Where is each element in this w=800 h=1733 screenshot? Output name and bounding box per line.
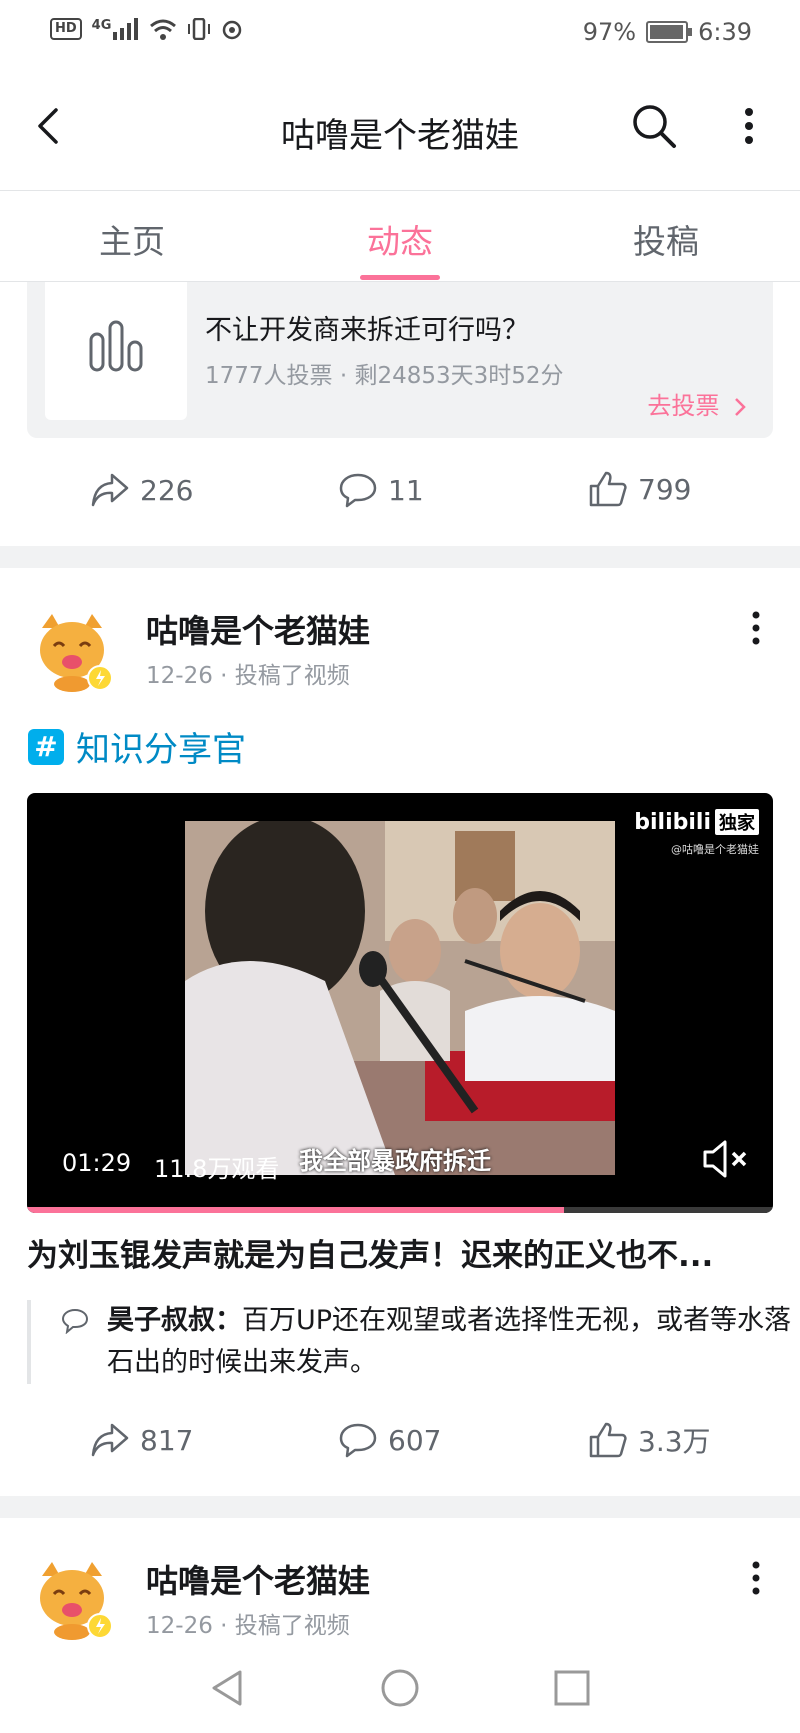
nav-home-icon[interactable] <box>380 1668 420 1708</box>
video-frame <box>185 821 615 1175</box>
topic-tag[interactable]: # 知识分享官 <box>28 722 246 771</box>
status-left-icons: HD 4G <box>50 18 243 40</box>
like-count: 3.3万 <box>638 1425 711 1458</box>
post-more-icon[interactable] <box>746 610 766 646</box>
status-right: 97% 6:39 <box>583 18 752 46</box>
share-button[interactable]: 817 <box>90 1422 193 1458</box>
progress-fill <box>27 1207 565 1213</box>
comment-icon <box>339 1423 377 1458</box>
mute-icon[interactable] <box>701 1137 751 1181</box>
poll-bars-icon <box>89 320 143 372</box>
bilibili-logo-text: bilibili <box>634 809 711 835</box>
comment-count: 607 <box>388 1423 442 1457</box>
vote-title: 不让开发商来拆迁可行吗？ <box>205 315 529 346</box>
video-title[interactable]: 为刘玉锟发声就是为自己发声！迟来的正义也不... <box>27 1230 787 1275</box>
feed-divider <box>0 1496 800 1518</box>
like-button[interactable]: 3.3万 <box>588 1420 711 1460</box>
video-duration: 01:29 <box>62 1149 132 1177</box>
share-icon <box>91 1423 129 1457</box>
comment-icon <box>339 473 377 508</box>
bilibili-watermark: bilibili 独家 <box>634 809 759 835</box>
comment-count: 11 <box>388 473 424 507</box>
exclusive-label: 独家 <box>715 809 759 835</box>
go-vote-button[interactable]: 去投票 <box>647 386 747 421</box>
user-avatar[interactable] <box>30 1556 114 1640</box>
feed-divider <box>0 546 800 568</box>
hd-indicator: HD <box>50 18 82 40</box>
tab-dynamic[interactable]: 动态 <box>300 215 500 263</box>
video-views: 11.8万观看 <box>154 1155 280 1183</box>
user-avatar[interactable] <box>30 608 114 692</box>
system-nav-bar <box>0 1640 800 1733</box>
more-vertical-icon[interactable] <box>734 106 764 146</box>
watermark-handle: @咕噜是个老猫娃 <box>671 843 759 856</box>
app-header: 咕噜是个老猫娃 <box>0 66 800 191</box>
vote-card[interactable]: 不让开发商来拆迁可行吗？ 1777人投票 · 剩24853天3时52分 去投票 <box>27 282 773 438</box>
vibrate-icon <box>188 18 211 40</box>
comment-bubble-icon <box>61 1308 89 1334</box>
share-count: 226 <box>140 473 194 507</box>
clock: 6:39 <box>698 18 752 46</box>
chevron-right-icon <box>735 398 746 416</box>
topic-label: 知识分享官 <box>76 730 246 770</box>
comment-button[interactable]: 11 <box>338 472 424 508</box>
nav-back-icon[interactable] <box>208 1668 248 1708</box>
search-icon[interactable] <box>630 102 678 150</box>
active-tab-indicator <box>360 275 440 280</box>
share-button[interactable]: 226 <box>90 472 193 508</box>
page-title: 咕噜是个老猫娃 <box>281 116 519 156</box>
hashtag-icon: # <box>28 728 64 765</box>
video-player[interactable]: bilibili 独家 @咕噜是个老猫娃 01:29 11.8万观看 我全部暴政… <box>27 793 773 1213</box>
go-vote-label: 去投票 <box>647 392 720 420</box>
wifi-icon <box>150 19 177 40</box>
comment-text: 昊子叔叔：百万UP还在观望或者选择性无视，或者等水落石出的时候出来发声。 <box>107 1300 797 1384</box>
network-4g-label: 4G <box>91 18 112 33</box>
vote-meta: 1777人投票 · 剩24853天3时52分 <box>205 363 564 389</box>
battery-icon <box>646 21 693 43</box>
like-icon <box>589 1422 627 1458</box>
profile-tabs: 主页 动态 投稿 <box>0 191 800 282</box>
like-count: 799 <box>638 472 692 506</box>
top-comment[interactable]: 昊子叔叔：百万UP还在观望或者选择性无视，或者等水落石出的时候出来发声。 <box>27 1300 797 1384</box>
vote-icon-box <box>45 282 187 420</box>
post-meta: 12-26 · 投稿了视频 <box>146 663 350 689</box>
like-button[interactable]: 799 <box>588 470 691 508</box>
sync-icon <box>223 20 242 40</box>
status-bar: HD 4G 97% 6:39 <box>0 0 800 66</box>
like-icon <box>589 471 627 507</box>
comment-user[interactable]: 昊子叔叔： <box>107 1305 242 1336</box>
share-icon <box>91 473 129 507</box>
share-count: 817 <box>140 1423 194 1457</box>
tab-home[interactable]: 主页 <box>32 215 232 263</box>
author-name[interactable]: 咕噜是个老猫娃 <box>146 1556 370 1602</box>
comment-button[interactable]: 607 <box>338 1422 441 1458</box>
video-subtitle: 我全部暴政府拆迁 <box>299 1147 491 1175</box>
tab-submissions[interactable]: 投稿 <box>566 215 766 263</box>
post-meta: 12-26 · 投稿了视频 <box>146 1613 350 1639</box>
nav-recents-icon[interactable] <box>552 1668 592 1708</box>
signal-icon <box>113 18 139 40</box>
battery-fill <box>650 25 683 39</box>
author-name[interactable]: 咕噜是个老猫娃 <box>146 606 370 652</box>
battery-percent: 97% <box>582 18 637 46</box>
post-more-icon[interactable] <box>746 1560 766 1596</box>
